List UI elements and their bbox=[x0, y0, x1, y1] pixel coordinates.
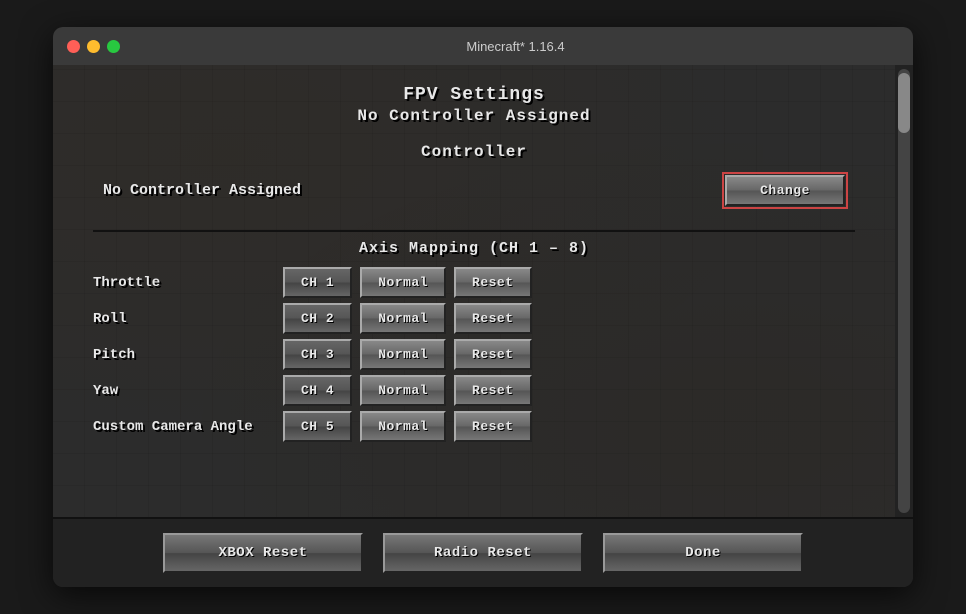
reset-button-1[interactable]: Reset bbox=[454, 303, 532, 334]
axis-section-header: Axis Mapping (CH 1 – 8) bbox=[93, 240, 855, 257]
main-panel: FPV Settings No Controller Assigned Cont… bbox=[53, 65, 895, 517]
axis-rows: Throttle CH 1 Normal Reset Roll CH 2 Nor… bbox=[93, 267, 855, 497]
controller-assigned-label: No Controller Assigned bbox=[103, 182, 301, 199]
controller-row: No Controller Assigned Change bbox=[93, 175, 855, 206]
maximize-button[interactable] bbox=[107, 40, 120, 53]
normal-button-2[interactable]: Normal bbox=[360, 339, 446, 370]
axis-name-1: Roll bbox=[93, 311, 273, 327]
reset-button-4[interactable]: Reset bbox=[454, 411, 532, 442]
divider bbox=[93, 230, 855, 232]
axis-name-3: Yaw bbox=[93, 383, 273, 399]
page-subtitle: No Controller Assigned bbox=[93, 107, 855, 125]
reset-button-0[interactable]: Reset bbox=[454, 267, 532, 298]
content-area: FPV Settings No Controller Assigned Cont… bbox=[53, 65, 913, 517]
titlebar: Minecraft* 1.16.4 bbox=[53, 27, 913, 65]
axis-controls-2: CH 3 Normal Reset bbox=[283, 339, 532, 370]
axis-name-0: Throttle bbox=[93, 275, 273, 291]
axis-controls-0: CH 1 Normal Reset bbox=[283, 267, 532, 298]
axis-row: Throttle CH 1 Normal Reset bbox=[93, 267, 855, 298]
reset-button-3[interactable]: Reset bbox=[454, 375, 532, 406]
controller-section-label: Controller bbox=[93, 143, 855, 161]
normal-button-0[interactable]: Normal bbox=[360, 267, 446, 298]
minimize-button[interactable] bbox=[87, 40, 100, 53]
scrollbar-thumb[interactable] bbox=[898, 73, 910, 133]
axis-name-2: Pitch bbox=[93, 347, 273, 363]
axis-row: Yaw CH 4 Normal Reset bbox=[93, 375, 855, 406]
window-title: Minecraft* 1.16.4 bbox=[132, 39, 899, 54]
reset-button-2[interactable]: Reset bbox=[454, 339, 532, 370]
change-button[interactable]: Change bbox=[725, 175, 845, 206]
axis-row: Custom Camera Angle CH 5 Normal Reset bbox=[93, 411, 855, 442]
done-button[interactable]: Done bbox=[603, 533, 803, 573]
scrollbar[interactable] bbox=[895, 65, 913, 517]
xbox-reset-button[interactable]: XBOX Reset bbox=[163, 533, 363, 573]
ch-button-2[interactable]: CH 3 bbox=[283, 339, 352, 370]
ch-button-3[interactable]: CH 4 bbox=[283, 375, 352, 406]
normal-button-1[interactable]: Normal bbox=[360, 303, 446, 334]
page-title: FPV Settings bbox=[93, 85, 855, 105]
page-header: FPV Settings No Controller Assigned bbox=[93, 85, 855, 125]
normal-button-4[interactable]: Normal bbox=[360, 411, 446, 442]
axis-controls-3: CH 4 Normal Reset bbox=[283, 375, 532, 406]
axis-controls-1: CH 2 Normal Reset bbox=[283, 303, 532, 334]
scrollbar-track bbox=[898, 69, 910, 513]
close-button[interactable] bbox=[67, 40, 80, 53]
ch-button-0[interactable]: CH 1 bbox=[283, 267, 352, 298]
radio-reset-button[interactable]: Radio Reset bbox=[383, 533, 583, 573]
app-window: Minecraft* 1.16.4 FPV Settings No Contro… bbox=[53, 27, 913, 587]
axis-row: Pitch CH 3 Normal Reset bbox=[93, 339, 855, 370]
ch-button-4[interactable]: CH 5 bbox=[283, 411, 352, 442]
axis-row: Roll CH 2 Normal Reset bbox=[93, 303, 855, 334]
bottom-bar: XBOX Reset Radio Reset Done bbox=[53, 517, 913, 587]
axis-name-4: Custom Camera Angle bbox=[93, 419, 273, 435]
ch-button-1[interactable]: CH 2 bbox=[283, 303, 352, 334]
axis-controls-4: CH 5 Normal Reset bbox=[283, 411, 532, 442]
normal-button-3[interactable]: Normal bbox=[360, 375, 446, 406]
traffic-lights bbox=[67, 40, 120, 53]
